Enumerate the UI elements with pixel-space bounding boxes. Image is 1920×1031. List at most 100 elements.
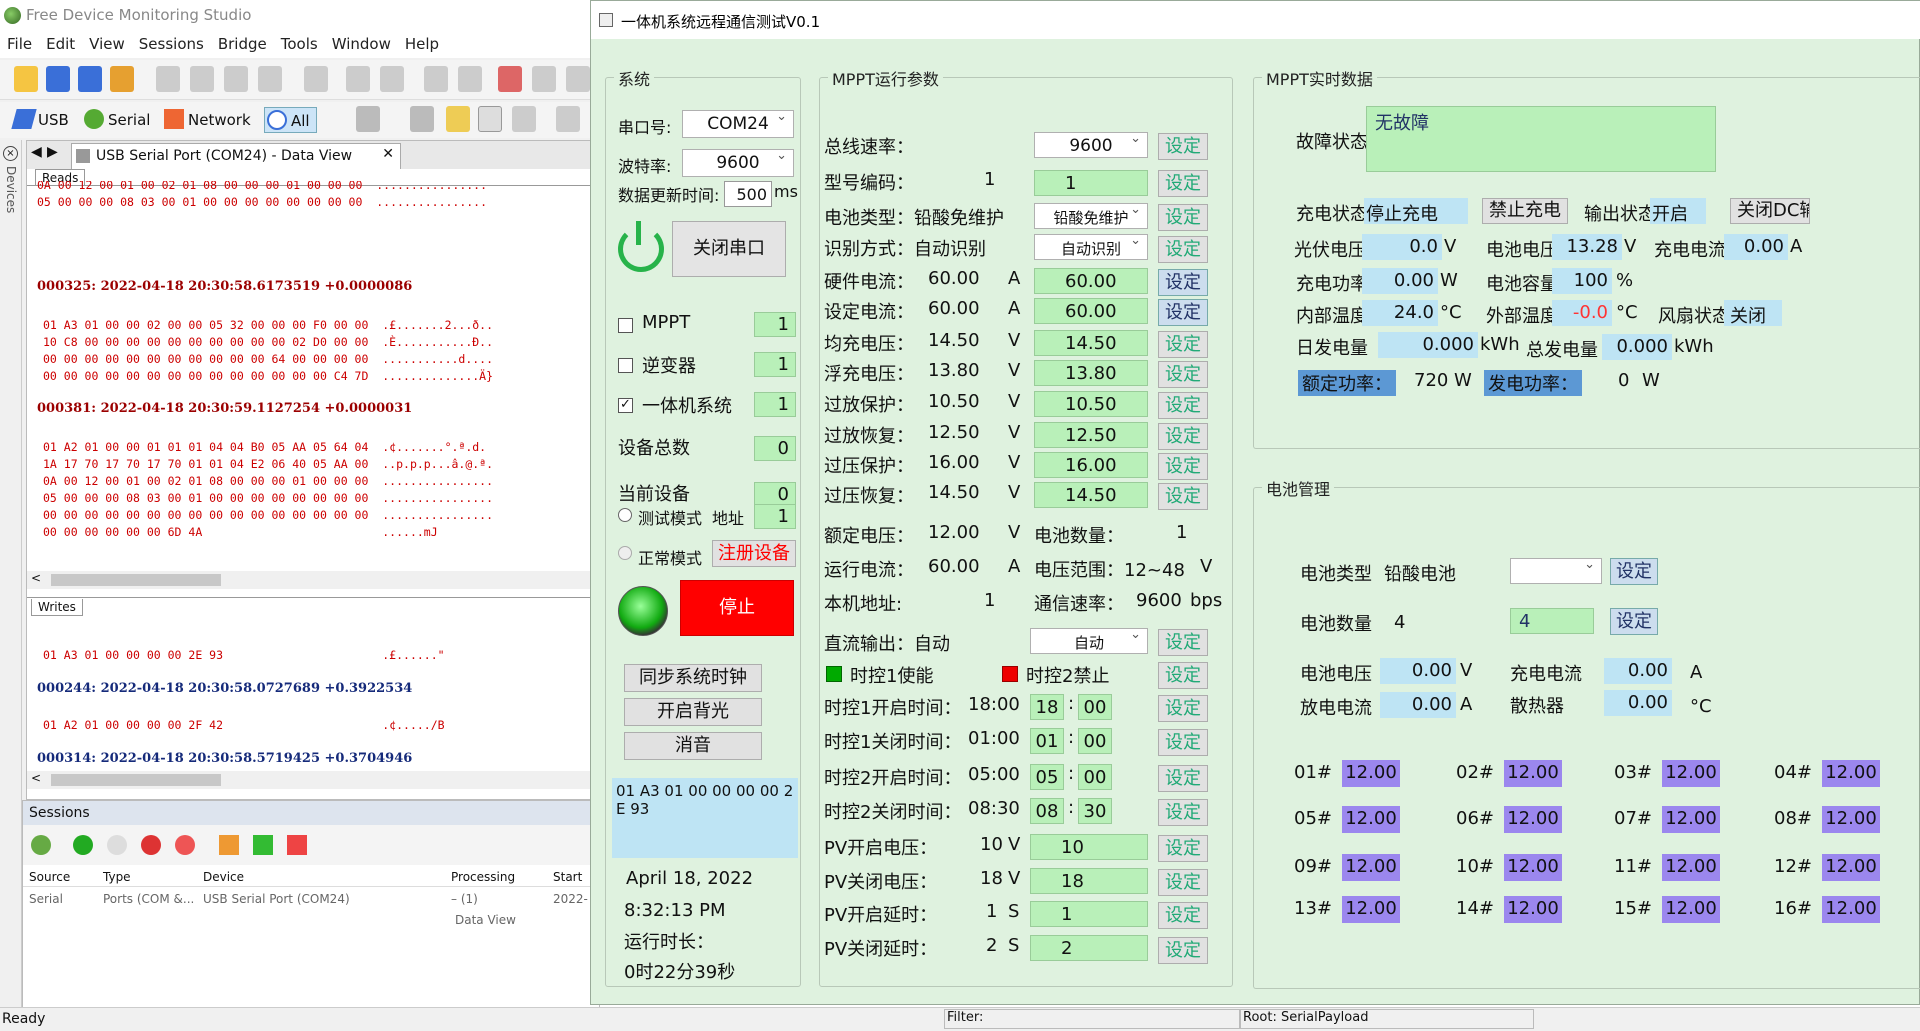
bm-battery-type-select[interactable]: [1510, 557, 1602, 584]
mppt-param-input[interactable]: 13.80: [1034, 360, 1148, 386]
tools-icon[interactable]: [424, 66, 448, 92]
mppt-param-input[interactable]: 16.00: [1034, 452, 1148, 478]
scroll-thumb[interactable]: [51, 574, 221, 586]
mppt-param-input[interactable]: 14.50: [1034, 330, 1148, 356]
mppt-param-set-button[interactable]: 设定: [1158, 269, 1208, 296]
pv-on-voltage-input[interactable]: 10: [1030, 834, 1148, 860]
note-icon[interactable]: [556, 106, 580, 132]
close-icon[interactable]: ×: [3, 146, 18, 161]
all-button[interactable]: All: [264, 107, 317, 133]
close-port-button[interactable]: 关闭串口: [672, 221, 786, 277]
session-row[interactable]: Serial Ports (COM &... USB Serial Port (…: [23, 889, 601, 909]
window-icon[interactable]: [532, 66, 556, 92]
dc-output-set-button[interactable]: 设定: [1158, 629, 1208, 656]
timer1-on-set-button[interactable]: 设定: [1158, 695, 1208, 722]
nav-back-icon[interactable]: ◀: [31, 144, 42, 160]
devices-tab-label[interactable]: Devices: [4, 166, 18, 213]
update-interval-input[interactable]: 500: [724, 181, 772, 207]
sync-clock-button[interactable]: 同步系统时钟: [624, 664, 762, 692]
stop-icon[interactable]: [141, 835, 161, 855]
battery-type-set-button[interactable]: 设定: [1158, 204, 1208, 231]
window-tile-icon[interactable]: [566, 66, 590, 92]
usb-button[interactable]: USB: [11, 107, 69, 133]
bm-battery-count-input[interactable]: 4: [1510, 608, 1594, 634]
pause-icon[interactable]: [107, 835, 127, 855]
grid-icon[interactable]: [478, 106, 502, 132]
bm-battery-count-set-button[interactable]: 设定: [1610, 608, 1658, 635]
network-button[interactable]: Network: [162, 107, 251, 133]
pv-off-voltage-input[interactable]: 18: [1030, 868, 1148, 894]
play-icon[interactable]: [73, 835, 93, 855]
add-icon[interactable]: [253, 835, 273, 855]
mppt-param-set-button[interactable]: 设定: [1158, 392, 1208, 419]
inverter-count[interactable]: 1: [754, 352, 796, 377]
paste-icon[interactable]: [224, 66, 248, 92]
mppt-count[interactable]: 1: [754, 312, 796, 337]
timer2-on-set-button[interactable]: 设定: [1158, 765, 1208, 792]
close-dc-output-button[interactable]: 关闭DC输: [1730, 198, 1810, 224]
backlight-button[interactable]: 开启背光: [624, 698, 762, 726]
timer2-off-hour[interactable]: 08: [1030, 798, 1064, 824]
mppt-param-set-button[interactable]: 设定: [1158, 299, 1208, 326]
menu-file[interactable]: File: [0, 32, 39, 56]
mppt-param-set-button[interactable]: 设定: [1158, 361, 1208, 388]
chart-icon[interactable]: [219, 835, 239, 855]
document-icon[interactable]: [512, 106, 536, 132]
pv-on-delay-set-button[interactable]: 设定: [1158, 902, 1208, 929]
disable-charge-button[interactable]: 禁止充电: [1482, 198, 1568, 224]
gear-icon[interactable]: [31, 835, 51, 855]
session-sub-item[interactable]: Data View: [455, 913, 516, 927]
menu-window[interactable]: Window: [325, 32, 398, 56]
new-icon[interactable]: [14, 66, 38, 92]
cut-icon[interactable]: [156, 66, 180, 92]
find-icon[interactable]: [258, 66, 282, 92]
timer2-on-minute[interactable]: 00: [1078, 764, 1112, 790]
timer2-off-minute[interactable]: 30: [1078, 798, 1112, 824]
print-icon[interactable]: [346, 66, 370, 92]
device-filter-icon[interactable]: [356, 106, 380, 132]
timer-enable-set-button[interactable]: 设定: [1158, 662, 1208, 689]
nav-forward-icon[interactable]: ▶: [47, 144, 58, 160]
mppt-param-set-button[interactable]: 设定: [1158, 483, 1208, 510]
pv-off-delay-input[interactable]: 2: [1030, 935, 1148, 961]
devices-side-panel[interactable]: × Devices: [0, 140, 22, 1010]
battery-type-select[interactable]: 铅酸免维护: [1034, 202, 1148, 229]
bus-rate-select[interactable]: 9600: [1034, 131, 1148, 158]
id-mode-select[interactable]: 自动识别: [1034, 233, 1148, 260]
window-add-icon[interactable]: [498, 66, 522, 92]
mppt-checkbox[interactable]: [618, 318, 633, 333]
copy-icon[interactable]: [190, 66, 214, 92]
writes-tab[interactable]: Writes: [31, 599, 83, 616]
timer2-on-hour[interactable]: 05: [1030, 764, 1064, 790]
timer1-off-minute[interactable]: 00: [1078, 728, 1112, 754]
dc-output-select[interactable]: 自动: [1030, 627, 1148, 654]
bug-icon[interactable]: [410, 106, 434, 132]
mppt-param-set-button[interactable]: 设定: [1158, 331, 1208, 358]
mppt-param-input[interactable]: 12.50: [1034, 422, 1148, 448]
mppt-param-set-button[interactable]: 设定: [1158, 453, 1208, 480]
bus-rate-set-button[interactable]: 设定: [1158, 133, 1208, 160]
port-select[interactable]: COM24: [682, 109, 794, 138]
mppt-param-input[interactable]: 60.00: [1034, 268, 1148, 294]
model-code-input[interactable]: 1: [1034, 170, 1148, 196]
menu-view[interactable]: View: [82, 32, 132, 56]
timer1-on-hour[interactable]: 18: [1030, 694, 1064, 720]
aio-checkbox[interactable]: ✓: [618, 398, 633, 413]
menu-bridge[interactable]: Bridge: [211, 32, 274, 56]
timer1-off-set-button[interactable]: 设定: [1158, 729, 1208, 756]
menu-sessions[interactable]: Sessions: [132, 32, 211, 56]
signal-icon[interactable]: [446, 106, 470, 132]
serial-button[interactable]: Serial: [82, 107, 150, 133]
mppt-param-input[interactable]: 60.00: [1034, 298, 1148, 324]
timer2-off-set-button[interactable]: 设定: [1158, 799, 1208, 826]
remove-icon[interactable]: [287, 835, 307, 855]
scroll-thumb[interactable]: [51, 774, 221, 786]
menu-help[interactable]: Help: [398, 32, 446, 56]
pv-on-delay-input[interactable]: 1: [1030, 901, 1148, 927]
inverter-checkbox[interactable]: [618, 358, 633, 373]
test-mode-radio[interactable]: [618, 508, 632, 522]
tab-data-view[interactable]: USB Serial Port (COM24) - Data View ✕: [71, 143, 401, 169]
save-as-icon[interactable]: [78, 66, 102, 92]
pv-on-voltage-set-button[interactable]: 设定: [1158, 835, 1208, 862]
mute-button[interactable]: 消音: [624, 732, 762, 760]
